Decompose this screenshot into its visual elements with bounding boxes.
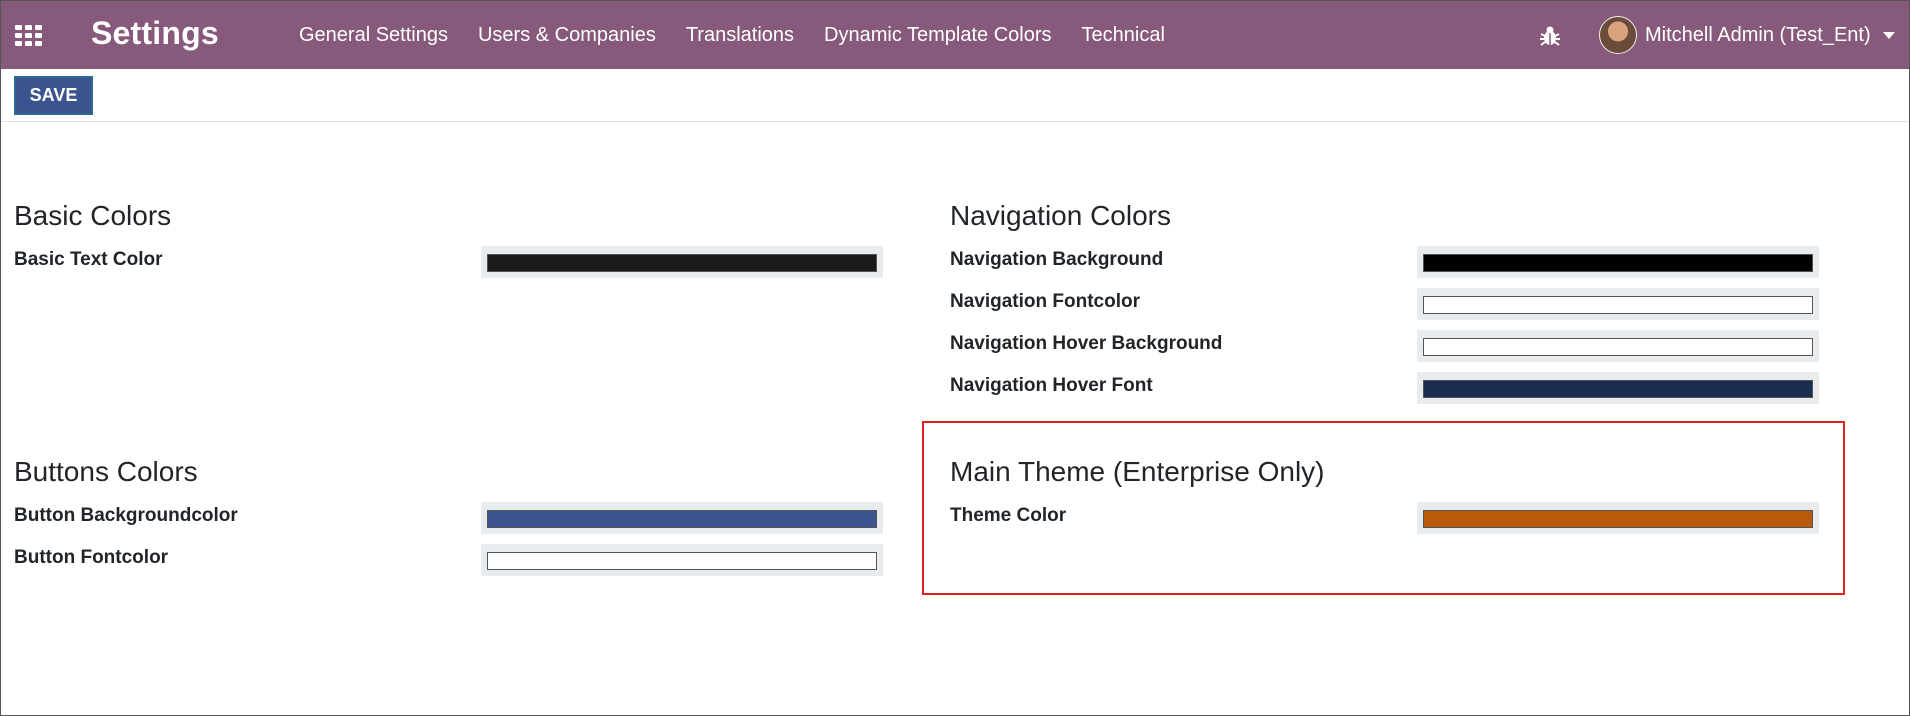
color-swatch — [1423, 510, 1813, 528]
button-fontcolor-label: Button Fontcolor — [14, 547, 169, 568]
basic-colors-title: Basic Colors — [14, 200, 172, 231]
avatar — [1599, 16, 1637, 54]
bug-icon[interactable] — [1540, 25, 1560, 47]
basic-text-color-field[interactable] — [481, 246, 883, 278]
navigation-background-field[interactable] — [1417, 246, 1819, 278]
user-menu[interactable]: Mitchell Admin (Test_Ent) — [1599, 15, 1895, 55]
menu-dynamic-template-colors[interactable]: Dynamic Template Colors — [824, 24, 1052, 47]
color-swatch — [487, 254, 877, 272]
top-navbar: Settings General Settings Users & Compan… — [1, 1, 1909, 69]
save-button[interactable]: SAVE — [14, 76, 93, 115]
apps-grid-icon[interactable] — [15, 25, 43, 47]
menu-technical[interactable]: Technical — [1082, 24, 1165, 47]
color-swatch — [1423, 338, 1813, 356]
main-menu: General Settings Users & Companies Trans… — [299, 1, 1195, 69]
color-swatch — [1423, 380, 1813, 398]
user-name: Mitchell Admin (Test_Ent) — [1645, 23, 1871, 46]
caret-down-icon — [1882, 31, 1895, 39]
menu-general-settings[interactable]: General Settings — [299, 24, 448, 47]
navigation-colors-title: Navigation Colors — [950, 200, 1171, 231]
menu-translations[interactable]: Translations — [686, 24, 794, 47]
navigation-fontcolor-label: Navigation Fontcolor — [950, 291, 1140, 312]
theme-color-label: Theme Color — [950, 505, 1067, 526]
color-swatch — [487, 552, 877, 570]
main-theme-title: Main Theme (Enterprise Only) — [950, 456, 1325, 487]
control-panel: SAVE — [1, 69, 1909, 122]
color-swatch — [1423, 254, 1813, 272]
navigation-hover-background-label: Navigation Hover Background — [950, 333, 1223, 354]
basic-text-color-label: Basic Text Color — [14, 249, 163, 270]
navigation-background-label: Navigation Background — [950, 249, 1164, 270]
navigation-hover-font-field[interactable] — [1417, 372, 1819, 404]
color-swatch — [1423, 296, 1813, 314]
button-backgroundcolor-label: Button Backgroundcolor — [14, 505, 238, 526]
buttons-colors-title: Buttons Colors — [14, 456, 198, 487]
menu-users-companies[interactable]: Users & Companies — [478, 24, 656, 47]
navigation-fontcolor-field[interactable] — [1417, 288, 1819, 320]
button-backgroundcolor-field[interactable] — [481, 502, 883, 534]
navigation-hover-background-field[interactable] — [1417, 330, 1819, 362]
navigation-hover-font-label: Navigation Hover Font — [950, 375, 1153, 396]
theme-color-field[interactable] — [1417, 502, 1819, 534]
color-swatch — [487, 510, 877, 528]
button-fontcolor-field[interactable] — [481, 544, 883, 576]
app-title[interactable]: Settings — [91, 15, 219, 52]
